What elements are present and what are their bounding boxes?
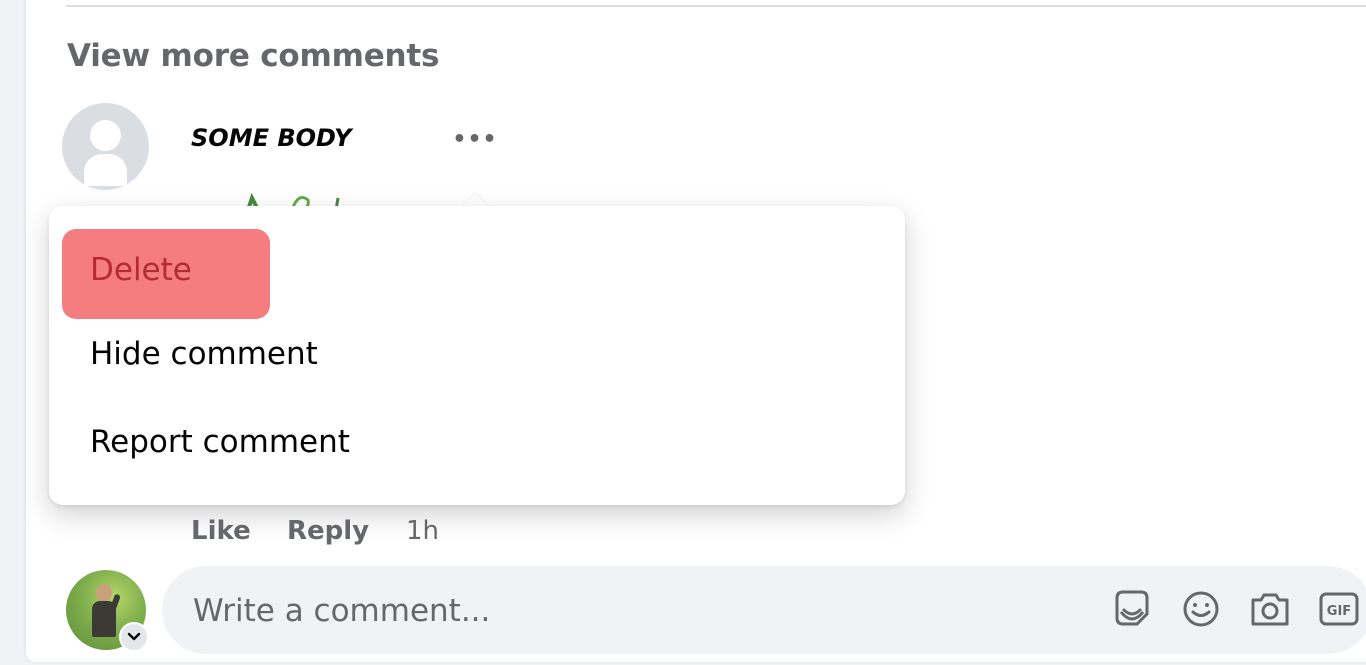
default-avatar-body	[84, 154, 127, 186]
comment-author-name[interactable]: SOME BODY	[191, 124, 351, 152]
comment-input[interactable]	[191, 566, 1075, 656]
comment-options-menu: Delete Hide comment Report comment	[49, 206, 905, 505]
camera-icon[interactable]	[1247, 586, 1293, 632]
menu-item-hide-comment[interactable]: Hide comment	[90, 336, 318, 372]
avatar-figure-head	[96, 584, 112, 602]
comment-timestamp[interactable]: 1h	[406, 516, 439, 546]
reply-button[interactable]: Reply	[287, 516, 369, 546]
default-avatar-head	[90, 120, 121, 151]
view-more-comments-link[interactable]: View more comments	[67, 38, 439, 74]
commenter-avatar[interactable]	[62, 103, 149, 190]
more-options-icon[interactable]: •••	[452, 128, 498, 164]
sticker-icon[interactable]	[1109, 586, 1155, 632]
gif-icon[interactable]: GIF	[1316, 586, 1362, 632]
like-button[interactable]: Like	[191, 516, 251, 546]
menu-item-report-comment[interactable]: Report comment	[90, 424, 350, 460]
emoji-icon[interactable]	[1178, 586, 1224, 632]
chevron-down-icon[interactable]	[119, 622, 149, 652]
menu-item-delete[interactable]: Delete	[62, 229, 270, 319]
divider	[66, 5, 1366, 7]
svg-text:GIF: GIF	[1327, 604, 1351, 619]
